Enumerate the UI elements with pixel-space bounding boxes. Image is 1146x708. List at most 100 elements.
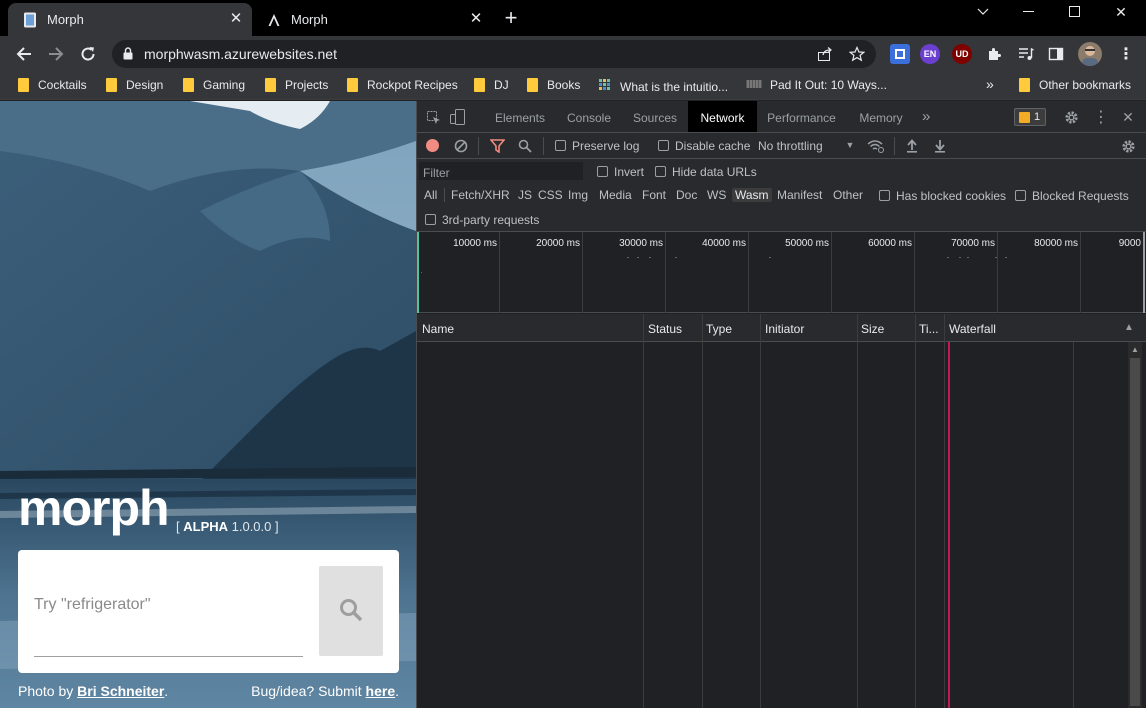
throttling-dropdown-icon[interactable]: ▼ (844, 138, 856, 152)
filter-type-doc[interactable]: Doc (676, 188, 697, 202)
hide-data-urls-checkbox[interactable] (655, 166, 666, 177)
bookmark-cocktails[interactable]: Cocktails (18, 78, 87, 92)
bookmark-books[interactable]: Books (527, 78, 580, 92)
issues-badge[interactable]: 1 (1014, 108, 1046, 126)
sort-ascending-icon[interactable]: ▲ (1123, 321, 1135, 333)
filter-type-ws[interactable]: WS (707, 188, 726, 202)
column-time[interactable]: Ti... (919, 322, 939, 336)
folder-icon (18, 78, 29, 92)
bookmark-intuition[interactable]: What is the intuitio... (598, 78, 728, 95)
filter-type-font[interactable]: Font (642, 188, 666, 202)
scrollbar-thumb[interactable] (1130, 358, 1140, 706)
extension-language-icon[interactable]: EN (920, 44, 940, 64)
search-icon[interactable] (517, 138, 533, 154)
filter-type-fetch-xhr[interactable]: Fetch/XHR (451, 188, 510, 202)
filter-type-img[interactable]: Img (568, 188, 588, 202)
third-party-checkbox[interactable] (425, 214, 436, 225)
tab-title: Morph (291, 12, 328, 27)
column-size[interactable]: Size (861, 322, 884, 336)
profile-avatar[interactable] (1078, 42, 1102, 66)
record-icon[interactable] (426, 139, 439, 152)
column-initiator[interactable]: Initiator (765, 322, 804, 336)
other-bookmarks[interactable]: Other bookmarks (1019, 78, 1131, 92)
maximize-icon[interactable] (1052, 0, 1098, 24)
filter-type-media[interactable]: Media (599, 188, 632, 202)
preserve-log-checkbox[interactable] (555, 140, 566, 151)
bookmark-design[interactable]: Design (106, 78, 163, 92)
close-devtools-icon[interactable]: ✕ (1120, 109, 1136, 125)
column-name[interactable]: Name (422, 322, 454, 336)
device-toolbar-icon[interactable] (450, 108, 466, 126)
bookmark-star-icon[interactable] (848, 46, 866, 65)
bookmark-projects[interactable]: Projects (265, 78, 328, 92)
filter-input[interactable]: Filter (423, 166, 450, 180)
filter-type-all[interactable]: All (424, 188, 437, 202)
tab-console[interactable]: Console (555, 101, 623, 132)
tab-performance[interactable]: Performance (757, 101, 846, 132)
throttling-select[interactable]: No throttling (758, 139, 823, 153)
search-button[interactable] (319, 566, 383, 656)
new-tab-icon[interactable]: + (500, 7, 522, 30)
export-har-icon[interactable] (933, 138, 947, 154)
column-status[interactable]: Status (648, 322, 682, 336)
close-window-icon[interactable]: ✕ (1098, 0, 1144, 24)
has-blocked-cookies-checkbox[interactable] (879, 190, 890, 201)
tab-search-chevron-icon[interactable] (960, 0, 1006, 24)
tab-sources[interactable]: Sources (623, 101, 687, 132)
import-har-icon[interactable] (905, 138, 919, 154)
settings-gear-icon[interactable] (1063, 109, 1079, 125)
search-input[interactable]: Try "refrigerator" (34, 596, 151, 614)
filter-type-css[interactable]: CSS (538, 188, 563, 202)
column-waterfall[interactable]: Waterfall (949, 322, 996, 336)
filter-type-other[interactable]: Other (833, 188, 863, 202)
close-tab-icon[interactable]: ✕ (468, 11, 484, 27)
network-conditions-icon[interactable] (867, 138, 885, 154)
filter-type-wasm[interactable]: Wasm (732, 188, 772, 202)
lock-icon[interactable] (123, 47, 133, 63)
media-control-icon[interactable] (1016, 44, 1036, 64)
filter-type-manifest[interactable]: Manifest (777, 188, 822, 202)
invert-checkbox[interactable] (597, 166, 608, 177)
devtools-menu-kebab-icon[interactable]: ⋮ (1093, 109, 1109, 126)
bookmark-dj[interactable]: DJ (474, 78, 509, 92)
folder-icon (265, 78, 276, 92)
extension-ublock-icon[interactable]: UD (952, 44, 972, 64)
bug-submit-link[interactable]: here (366, 683, 396, 699)
tab-morph-1[interactable]: Morph ✕ (8, 3, 252, 36)
bookmark-pad-it-out[interactable]: Pad It Out: 10 Ways... (746, 78, 887, 92)
network-overview[interactable]: 10000 ms 20000 ms 30000 ms 40000 ms 5000… (417, 232, 1146, 313)
column-divider (760, 314, 761, 708)
side-panel-icon[interactable] (1046, 44, 1066, 64)
tab-elements[interactable]: Elements (485, 101, 555, 132)
disable-cache-checkbox[interactable] (658, 140, 669, 151)
filter-type-js[interactable]: JS (518, 188, 532, 202)
forward-icon[interactable] (44, 42, 68, 66)
inspect-element-icon[interactable] (425, 109, 441, 125)
more-tabs-icon[interactable]: » (922, 101, 936, 132)
filter-bar: Filter Invert Hide data URLs All Fetch/X… (417, 159, 1146, 232)
back-icon[interactable] (12, 42, 36, 66)
close-tab-icon[interactable]: ✕ (228, 11, 244, 27)
bookmarks-overflow-icon[interactable]: » (986, 76, 994, 92)
clear-icon[interactable] (453, 138, 468, 153)
blocked-requests-checkbox[interactable] (1015, 190, 1026, 201)
photo-author-link[interactable]: Bri Schneiter (77, 683, 164, 699)
column-type[interactable]: Type (706, 322, 732, 336)
network-settings-gear-icon[interactable] (1120, 138, 1136, 154)
minimize-icon[interactable] (1006, 0, 1052, 24)
menu-kebab-icon[interactable]: ⋮ (1116, 44, 1136, 64)
address-bar[interactable]: morphwasm.azurewebsites.net (112, 40, 876, 68)
url-text: morphwasm.azurewebsites.net (144, 46, 337, 62)
tab-network[interactable]: Network (688, 101, 757, 132)
tab-memory[interactable]: Memory (847, 101, 915, 132)
filter-funnel-icon[interactable] (489, 138, 505, 154)
share-icon[interactable] (817, 46, 833, 65)
tab-morph-2[interactable]: Morph ✕ (252, 3, 492, 36)
extensions-puzzle-icon[interactable] (984, 44, 1004, 64)
extension-shield-icon[interactable] (890, 44, 910, 64)
bookmark-rockpot-recipes[interactable]: Rockpot Recipes (347, 78, 458, 92)
bookmark-gaming[interactable]: Gaming (183, 78, 245, 92)
reload-icon[interactable] (76, 42, 100, 66)
table-scrollbar[interactable]: ▲ (1128, 342, 1142, 708)
scroll-up-icon[interactable]: ▲ (1130, 344, 1140, 354)
